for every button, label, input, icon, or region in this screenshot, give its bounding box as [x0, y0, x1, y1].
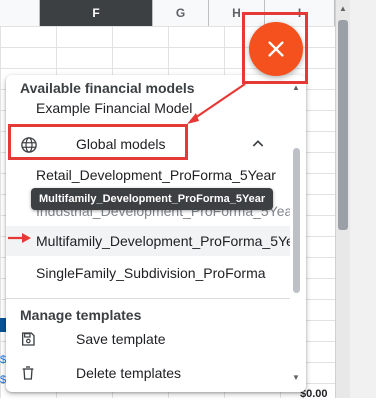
sheet-scrollbar-track[interactable]: ▲: [335, 0, 350, 398]
menu-item-multifamily-model[interactable]: Multifamily_Development_ProForma_5Year: [6, 226, 290, 256]
menu-item-retail-model[interactable]: Retail_Development_ProForma_5Year: [6, 160, 290, 190]
sheet-scrollbar-thumb[interactable]: [338, 20, 348, 230]
chevron-up-icon[interactable]: [250, 136, 266, 152]
column-header-g[interactable]: G: [153, 0, 209, 26]
save-icon: [22, 332, 35, 346]
delete-templates-label: Delete templates: [76, 365, 182, 381]
menu-scroll-down-icon[interactable]: ▼: [292, 373, 300, 382]
trash-icon: [22, 366, 34, 380]
save-template-label: Save template: [76, 331, 166, 347]
menu-divider: [6, 298, 290, 299]
scroll-up-icon[interactable]: ▲: [336, 4, 350, 13]
annotation-box-global-models: [8, 124, 188, 160]
sheet-scrollbar[interactable]: ▲: [335, 0, 376, 398]
menu-scroll-up-icon[interactable]: ▲: [292, 83, 300, 92]
financial-models-menu: Available financial models Example Finan…: [6, 75, 306, 392]
model-name-tooltip: Multifamily_Development_ProForma_5Year: [31, 188, 274, 210]
menu-item-example-model[interactable]: Example Financial Model: [6, 93, 290, 123]
menu-scrollbar[interactable]: ▲ ▼: [292, 83, 301, 383]
menu-item-singlefamily-model[interactable]: SingleFamily_Subdivision_ProForma: [6, 258, 290, 288]
menu-scrollbar-thumb[interactable]: [293, 148, 300, 293]
delete-templates-item[interactable]: Delete templates: [20, 360, 290, 386]
column-header-e[interactable]: [0, 0, 40, 26]
annotation-box-close: [242, 12, 308, 84]
save-template-item[interactable]: Save template: [20, 326, 290, 352]
column-header-f[interactable]: F: [40, 0, 153, 26]
section-title-manage: Manage templates: [20, 307, 142, 323]
